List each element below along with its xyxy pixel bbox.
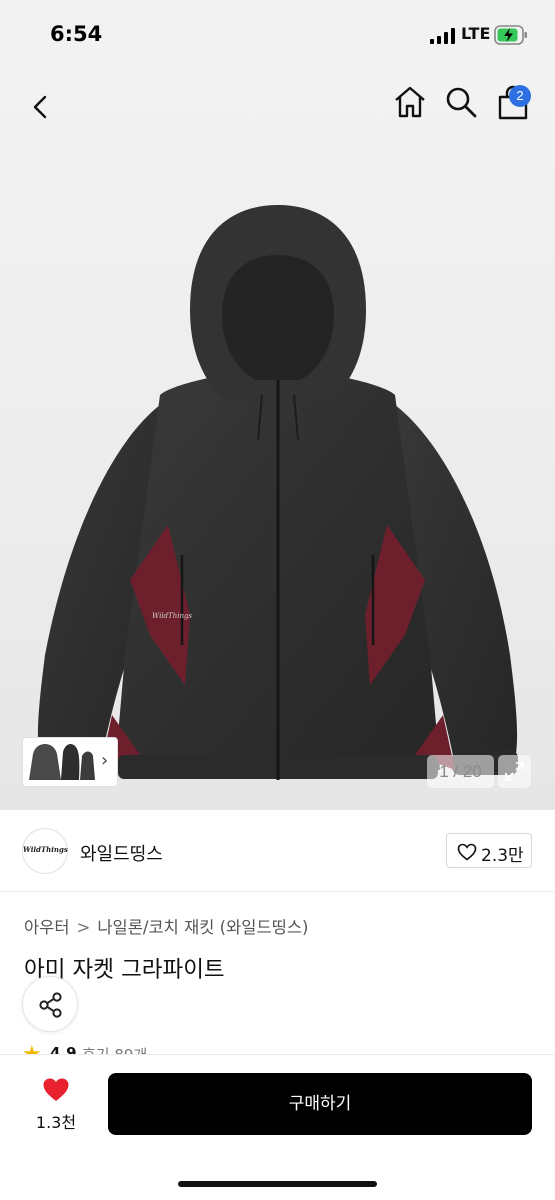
product-image: WildThings (37, 205, 518, 780)
status-bar: 6:54 LTE (0, 0, 555, 70)
brand-like-count: 2.3만 (481, 846, 524, 866)
wishlist-button[interactable]: 1.3천 (26, 1071, 86, 1135)
status-time: 6:54 (50, 22, 103, 46)
brand-logo-text: WildThings (23, 845, 68, 854)
wishlist-count: 1.3천 (35, 1113, 77, 1132)
breadcrumb-item-outer[interactable]: 아우터 (24, 918, 70, 937)
battery-icon (494, 25, 527, 45)
breadcrumb-item-category[interactable]: 나일론/코치 재킷 (와일드띵스) (97, 918, 308, 937)
breadcrumb: 아우터 > 나일론/코치 재킷 (와일드띵스) (24, 914, 308, 938)
buy-button[interactable]: 구매하기 (108, 1073, 532, 1135)
signal-icon (430, 28, 455, 44)
heart-outline-icon (457, 843, 477, 861)
brand-row: WildThings 와일드띵스 2.3만 (0, 810, 555, 892)
brand-name[interactable]: 와일드띵스 (80, 840, 163, 866)
thumbnail-images (29, 744, 95, 780)
heart-filled-icon (43, 1078, 69, 1101)
chevron-right-icon: > (76, 918, 91, 937)
network-type: LTE (461, 24, 491, 43)
share-icon (39, 992, 62, 1018)
bottom-action-bar: 1.3천 구매하기 (0, 1054, 555, 1200)
home-icon[interactable] (392, 84, 428, 120)
expand-icon[interactable] (498, 755, 531, 788)
product-image-gallery[interactable]: 2 WildThings › 1 / 20 (0, 70, 555, 810)
back-arrow-icon[interactable] (24, 90, 58, 124)
cart-count-badge: 2 (509, 85, 531, 107)
brand-logo[interactable]: WildThings (22, 828, 68, 874)
share-button[interactable] (22, 976, 78, 1032)
image-counter: 1 / 20 (427, 755, 494, 788)
home-indicator (178, 1181, 377, 1187)
thumbnail-strip[interactable]: › (22, 737, 118, 787)
thumbnail-next-icon[interactable]: › (101, 750, 108, 771)
brand-like-button[interactable]: 2.3만 (446, 833, 532, 868)
search-icon[interactable] (443, 84, 479, 120)
svg-text:WildThings: WildThings (152, 612, 192, 620)
